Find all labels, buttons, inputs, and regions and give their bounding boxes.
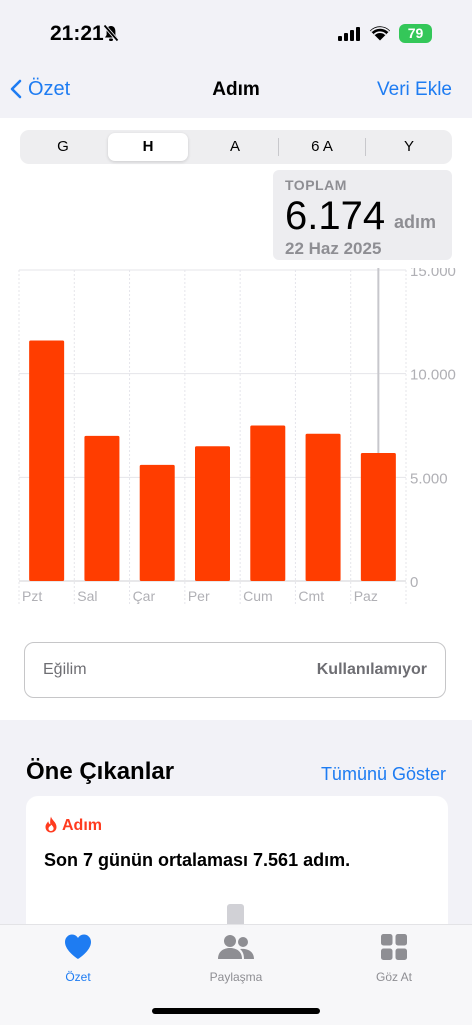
trend-value: Kullanılamıyor [316,661,427,678]
status-bar: 21:21 79 [0,0,472,64]
battery-indicator: 79 [399,24,432,43]
segment-day[interactable]: G [20,133,106,161]
highlight-card-label: Adım [62,817,102,834]
bar-Paz [360,452,396,581]
segment-six-months[interactable]: 6 A [279,133,365,161]
segment-year[interactable]: Y [366,133,452,161]
show-all-button[interactable]: Tümünü Göster [321,764,446,785]
bar-Cum [250,425,286,581]
x-tick-label: Çar [133,588,156,604]
highlight-card-header: Adım [44,816,102,835]
segment-month[interactable]: A [192,133,278,161]
x-tick-label: Sal [77,588,97,604]
steps-bar-chart[interactable]: 15.000 10.000 5.000 0 Pzt Sal Çar Per Cum Cmt Paz [0,268,472,613]
cellular-signal-icon [338,27,360,41]
bar-Pzt [29,340,65,581]
x-tick-label: Per [188,588,210,604]
x-tick-label: Cum [243,588,273,604]
tab-sharing-label: Paylaşma [209,970,263,984]
highlight-card-text: Son 7 günün ortalaması 7.561 adım. [44,850,351,870]
home-indicator [152,1008,320,1014]
x-tick-label: Paz [354,588,378,604]
wifi-icon [370,26,390,41]
x-tick-label: Cmt [298,588,324,604]
bell-slash-icon [103,24,119,42]
tab-summary[interactable]: Özet [23,933,133,984]
y-tick-label: 0 [410,574,418,591]
segment-week[interactable]: H [108,133,188,161]
y-tick-label: 10.000 [410,367,456,384]
time-range-segmented-control: G H A 6 A Y [20,130,452,164]
tooltip-label: TOPLAM [285,177,347,193]
grid-icon [381,934,407,960]
tab-browse-label: Göz At [375,970,413,984]
tab-summary-label: Özet [65,970,91,984]
x-tick-label: Pzt [22,588,42,604]
selection-tooltip: TOPLAM 6.174 adım 22 Haz 2025 [273,170,452,260]
heart-icon [65,934,91,959]
bar-Çar [139,464,175,581]
trend-row[interactable]: Eğilim Kullanılamıyor [24,642,446,698]
main-content: G H A 6 A Y TOPLAM 6.174 adım 22 Haz 202… [0,118,472,720]
tooltip-unit: adım [394,212,437,232]
bar-Per [195,446,230,581]
people-icon [218,935,254,959]
tooltip-date: 22 Haz 2025 [285,239,382,258]
y-tick-label: 15.000 [410,268,456,280]
tooltip-value: 6.174 [285,194,386,238]
status-time: 21:21 [50,22,104,45]
highlights-title: Öne Çıkanlar [26,758,175,785]
y-tick-label: 5.000 [410,470,448,487]
trend-label: Eğilim [43,661,87,678]
bar-Cmt [305,433,341,581]
add-data-button[interactable]: Veri Ekle [377,79,452,101]
flame-icon [45,816,57,833]
tab-sharing[interactable]: Paylaşma [181,933,291,984]
tab-browse[interactable]: Göz At [339,933,449,984]
navigation-bar: Özet Adım Veri Ekle [0,64,472,118]
battery-level: 79 [407,25,424,41]
bar-Sal [84,435,120,581]
